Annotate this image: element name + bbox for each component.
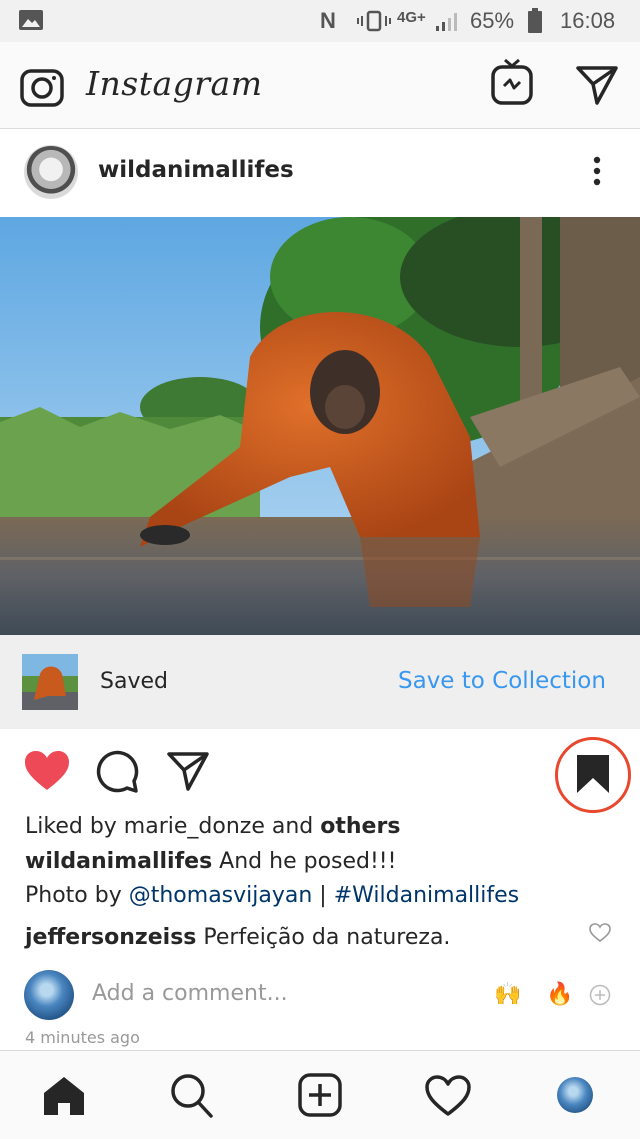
add-icon[interactable] bbox=[298, 1073, 342, 1117]
more-icon[interactable] bbox=[590, 155, 604, 189]
comment-like-icon[interactable] bbox=[589, 923, 611, 943]
network-type: 4G+ bbox=[397, 9, 426, 26]
activity-icon[interactable] bbox=[425, 1075, 471, 1117]
battery-percent: 65% bbox=[470, 8, 515, 33]
post-timestamp: 4 minutes ago bbox=[25, 1028, 140, 1047]
caption-text: And he posed!!! bbox=[212, 849, 397, 874]
comment-icon[interactable] bbox=[96, 750, 140, 794]
profile-avatar-tab[interactable] bbox=[557, 1077, 593, 1113]
current-user-avatar bbox=[24, 970, 74, 1020]
gallery-icon bbox=[19, 10, 43, 30]
comment-line: jeffersonzeiss Perfeição da natureza. bbox=[25, 925, 450, 950]
clock: 16:08 bbox=[560, 8, 616, 33]
liked-by-mid: and bbox=[264, 814, 321, 839]
heart-icon[interactable] bbox=[24, 750, 70, 792]
signal-icon bbox=[436, 13, 457, 31]
post-username[interactable]: wildanimallifes bbox=[98, 157, 294, 183]
quick-emoji-raised-hands[interactable]: 🙌 bbox=[494, 982, 521, 1007]
caption-separator: | bbox=[312, 883, 334, 908]
bottom-nav bbox=[0, 1050, 640, 1139]
share-icon[interactable] bbox=[166, 750, 210, 792]
battery-icon bbox=[528, 8, 542, 33]
avatar[interactable] bbox=[24, 145, 78, 199]
direct-icon[interactable] bbox=[575, 64, 619, 106]
saved-label: Saved bbox=[100, 669, 168, 694]
bookmark-icon[interactable] bbox=[576, 754, 610, 794]
quick-emoji-fire[interactable]: 🔥 bbox=[546, 982, 573, 1007]
caption-username[interactable]: wildanimallifes bbox=[25, 849, 212, 874]
comment-username[interactable]: jeffersonzeiss bbox=[25, 925, 196, 950]
status-bar: N 4G+ 65% 16:08 bbox=[0, 0, 640, 42]
caption-mention[interactable]: @thomasvijayan bbox=[129, 883, 313, 908]
caption-hashtag[interactable]: #Wildanimallifes bbox=[334, 883, 519, 908]
app-header: Instagram bbox=[0, 42, 640, 129]
saved-bar: Saved Save to Collection bbox=[0, 635, 640, 729]
app-logo: Instagram bbox=[86, 64, 263, 103]
liked-by-prefix: Liked by bbox=[25, 814, 124, 839]
vibrate-icon bbox=[357, 10, 391, 32]
save-to-collection-button[interactable]: Save to Collection bbox=[398, 668, 606, 694]
camera-icon[interactable] bbox=[20, 66, 64, 108]
nfc-icon: N bbox=[320, 8, 336, 33]
orangutan-photo bbox=[0, 217, 640, 635]
post-actions bbox=[0, 730, 640, 813]
post-header: wildanimallifes bbox=[0, 129, 640, 217]
likes-line: Liked by marie_donze and others bbox=[25, 814, 400, 839]
more-emoji-icon[interactable] bbox=[589, 984, 611, 1006]
search-icon[interactable] bbox=[170, 1073, 214, 1119]
liked-by-user[interactable]: marie_donze bbox=[124, 814, 265, 839]
caption-line-2: Photo by @thomasvijayan | #Wildanimallif… bbox=[25, 883, 519, 908]
add-comment-input[interactable]: Add a comment... bbox=[92, 981, 288, 1006]
saved-thumbnail bbox=[22, 654, 78, 710]
caption-line-1: wildanimallifes And he posed!!! bbox=[25, 849, 396, 874]
home-icon[interactable] bbox=[42, 1075, 86, 1117]
igtv-icon[interactable] bbox=[490, 58, 534, 106]
comment-text: Perfeição da natureza. bbox=[196, 925, 451, 950]
liked-by-others[interactable]: others bbox=[320, 814, 400, 839]
caption-photo-by: Photo by bbox=[25, 883, 129, 908]
post-photo[interactable] bbox=[0, 217, 640, 635]
